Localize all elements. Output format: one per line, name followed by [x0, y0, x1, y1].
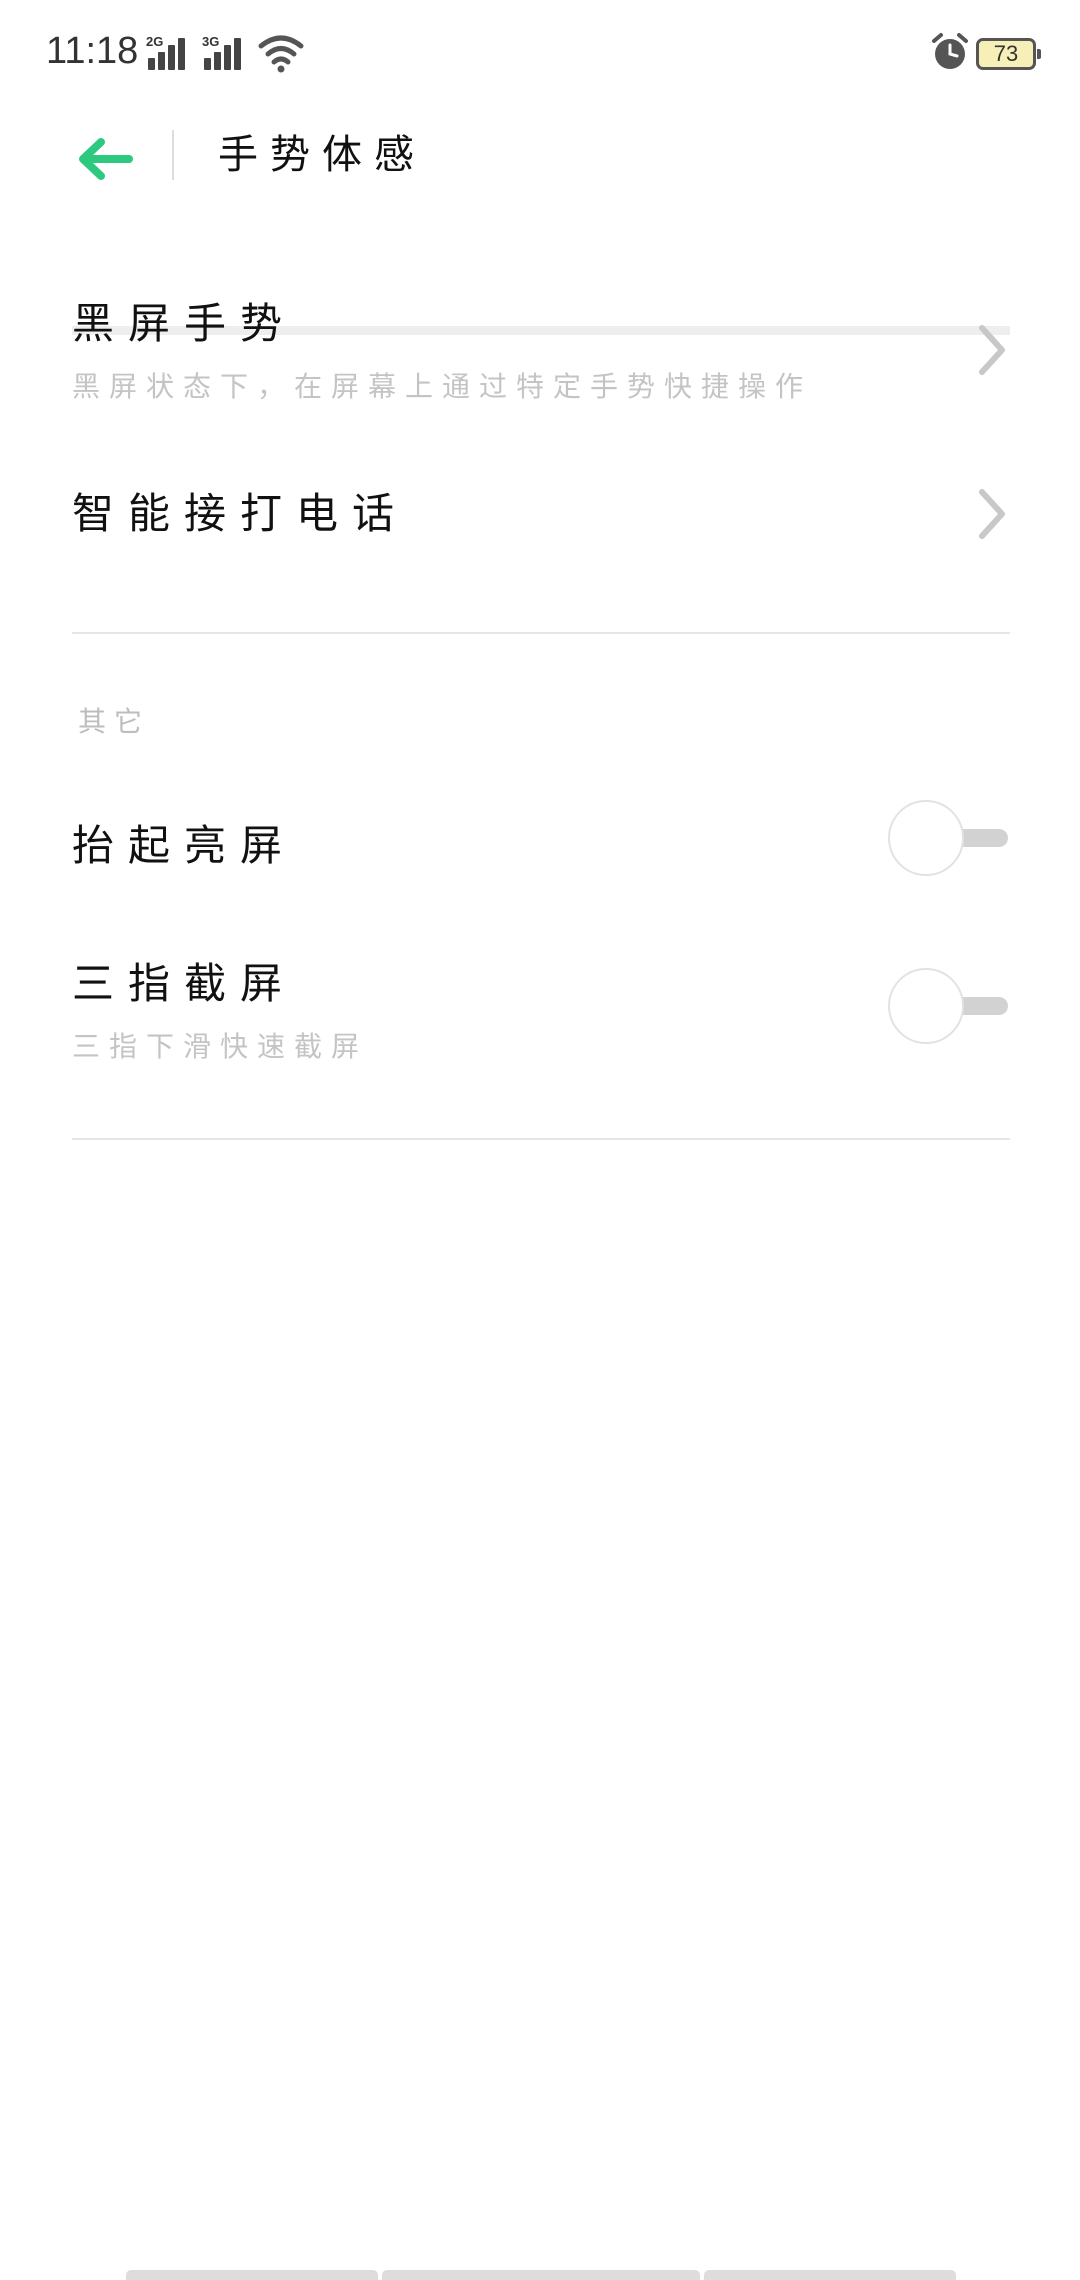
nav-hint-right[interactable]: [704, 2270, 956, 2280]
item-title: 黑屏手势: [72, 299, 297, 348]
alarm-icon: [930, 32, 970, 72]
list-item-screen-off-gestures[interactable]: 黑屏手势 黑屏状态下，在屏幕上通过特定手势快捷操作: [72, 290, 1010, 410]
signal-type-label: 2G: [146, 34, 164, 49]
nav-hint-left[interactable]: [126, 2270, 378, 2280]
app-header: 手势体感: [0, 110, 1080, 335]
back-button[interactable]: [70, 124, 140, 194]
list-item-raise-to-wake: 抬起亮屏: [72, 800, 1010, 880]
signal-icon: 3G: [202, 34, 248, 70]
status-bar: 11:18 2G 3G 73: [0, 0, 1080, 110]
item-title: 抬起亮屏: [72, 821, 297, 870]
item-subtitle: 黑屏状态下，在屏幕上通过特定手势快捷操作: [72, 370, 813, 403]
toggle-knob: [888, 968, 964, 1044]
toggle-knob: [888, 800, 964, 876]
item-subtitle: 三指下滑快速截屏: [72, 1030, 369, 1063]
battery-level: 73: [993, 41, 1019, 66]
section-header-other: 其它: [78, 705, 151, 738]
three-finger-screenshot-toggle[interactable]: [888, 968, 1010, 1044]
status-time: 11:18: [46, 30, 139, 72]
arrow-left-icon: [79, 138, 133, 180]
battery-icon: 73: [976, 38, 1041, 70]
chevron-right-icon: [979, 489, 1005, 539]
nav-hint-center[interactable]: [382, 2270, 700, 2280]
item-title: 智能接打电话: [72, 489, 409, 538]
wifi-icon: [258, 34, 304, 74]
list-item-smart-calls[interactable]: 智能接打电话: [72, 480, 1010, 550]
signal-icon: 2G: [146, 34, 192, 70]
section-divider: [72, 632, 1010, 634]
chevron-right-icon: [979, 325, 1005, 375]
item-title: 三指截屏: [72, 959, 297, 1008]
raise-to-wake-toggle[interactable]: [888, 800, 1010, 876]
signal-type-label: 3G: [202, 34, 220, 49]
page-title: 手势体感: [218, 132, 426, 178]
list-item-three-finger-screenshot: 三指截屏 三指下滑快速截屏: [72, 950, 1010, 1063]
header-divider: [172, 130, 174, 180]
section-divider: [72, 1138, 1010, 1140]
